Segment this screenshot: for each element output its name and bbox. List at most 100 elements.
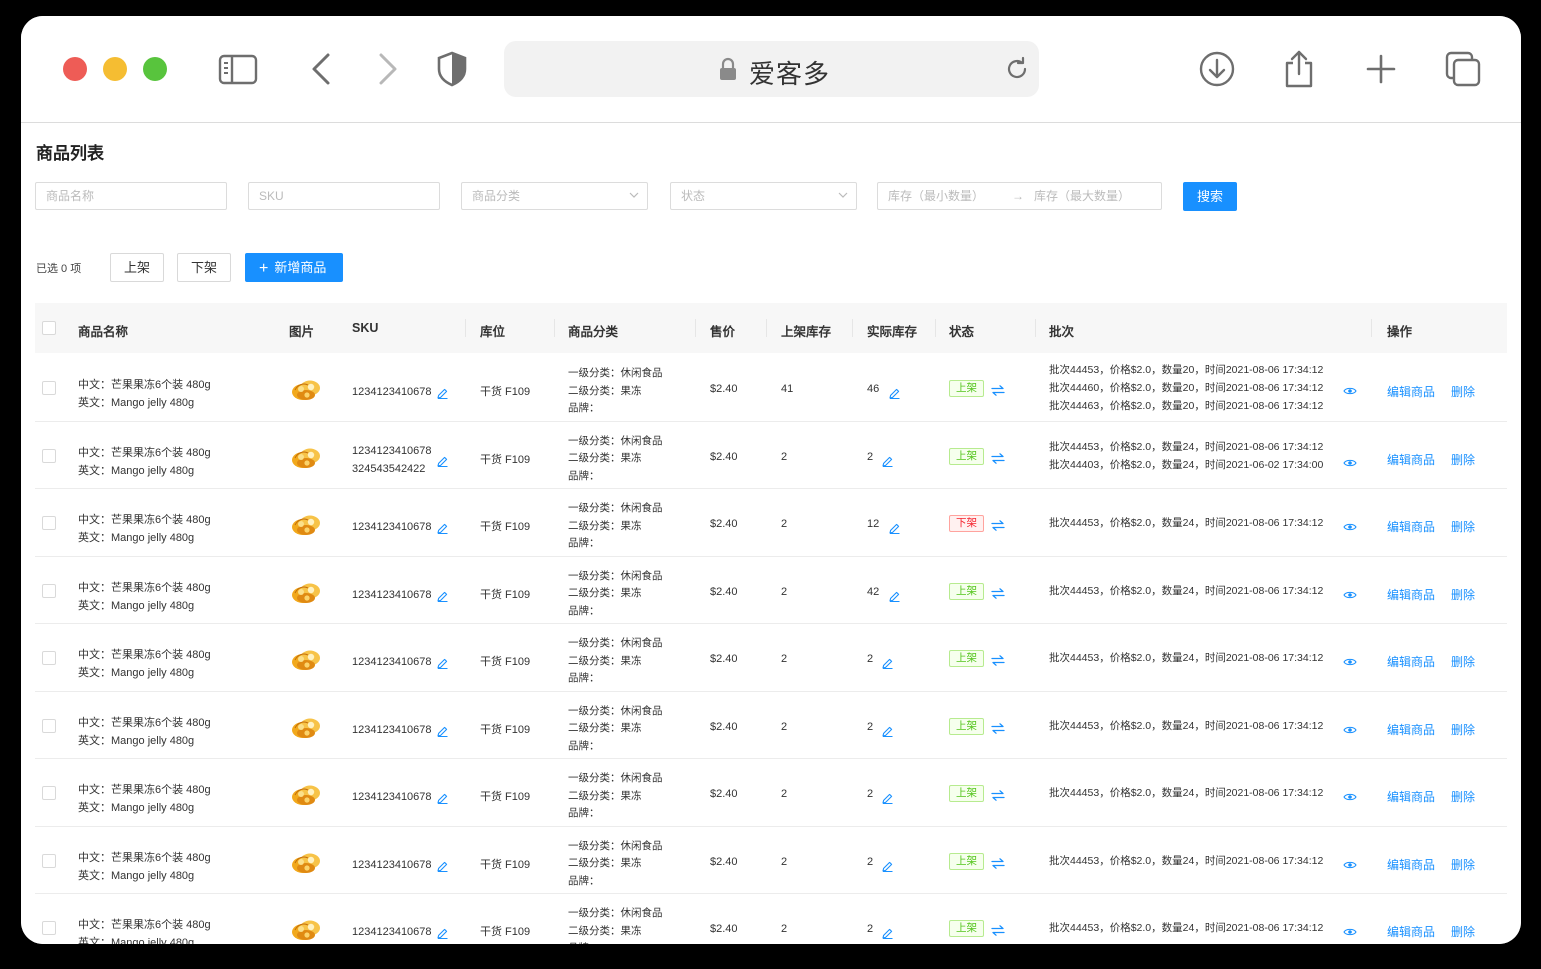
edit-stock-icon[interactable] xyxy=(882,656,893,669)
edit-stock-icon[interactable] xyxy=(882,454,893,467)
delete-product-link[interactable]: 删除 xyxy=(1451,451,1475,468)
product-thumbnail[interactable] xyxy=(290,581,322,605)
minimize-window-button[interactable] xyxy=(103,57,127,81)
shield-icon[interactable] xyxy=(432,49,472,89)
product-thumbnail[interactable] xyxy=(290,648,322,672)
edit-stock-icon[interactable] xyxy=(882,724,893,737)
edit-sku-icon[interactable] xyxy=(437,454,448,467)
toggle-status-icon[interactable] xyxy=(991,856,1005,869)
delete-product-link[interactable]: 删除 xyxy=(1451,586,1475,603)
product-thumbnail[interactable] xyxy=(290,513,322,537)
stock-range-input[interactable]: 库存（最小数量） → 库存（最大数量） xyxy=(877,182,1162,210)
edit-sku-icon[interactable] xyxy=(437,386,448,399)
delete-product-link[interactable]: 删除 xyxy=(1451,721,1475,738)
column-header[interactable]: 商品名称 xyxy=(78,321,128,340)
product-thumbnail[interactable] xyxy=(290,716,322,740)
row-checkbox[interactable] xyxy=(42,651,56,665)
edit-product-link[interactable]: 编辑商品 xyxy=(1387,856,1435,873)
edit-sku-icon[interactable] xyxy=(437,791,448,804)
product-thumbnail[interactable] xyxy=(290,851,322,875)
product-name-input[interactable]: 商品名称 xyxy=(35,182,227,210)
status-select[interactable]: 状态 xyxy=(670,182,857,210)
zoom-window-button[interactable] xyxy=(143,57,167,81)
product-thumbnail[interactable] xyxy=(290,918,322,942)
edit-stock-icon[interactable] xyxy=(882,926,893,939)
row-checkbox[interactable] xyxy=(42,583,56,598)
view-batch-icon[interactable] xyxy=(1343,722,1357,733)
edit-product-link[interactable]: 编辑商品 xyxy=(1387,586,1435,603)
product-thumbnail[interactable] xyxy=(290,446,322,470)
edit-product-link[interactable]: 编辑商品 xyxy=(1387,518,1435,535)
delete-product-link[interactable]: 删除 xyxy=(1451,788,1475,805)
column-header[interactable]: 售价 xyxy=(710,321,735,340)
edit-sku-icon[interactable] xyxy=(437,859,448,872)
row-checkbox[interactable] xyxy=(42,718,56,733)
column-header[interactable]: 上架库存 xyxy=(781,321,831,340)
edit-stock-icon[interactable] xyxy=(882,791,893,804)
column-header[interactable]: 实际库存 xyxy=(867,321,917,340)
delete-product-link[interactable]: 删除 xyxy=(1451,518,1475,535)
product-thumbnail[interactable] xyxy=(290,783,322,807)
category-select[interactable]: 商品分类 xyxy=(461,182,648,210)
edit-product-link[interactable]: 编辑商品 xyxy=(1387,451,1435,468)
address-bar[interactable]: 爱客多 xyxy=(504,41,1039,97)
edit-stock-icon[interactable] xyxy=(889,386,900,399)
toggle-status-icon[interactable] xyxy=(991,923,1005,936)
view-batch-icon[interactable] xyxy=(1343,519,1357,531)
row-checkbox[interactable] xyxy=(42,921,56,935)
edit-product-link[interactable]: 编辑商品 xyxy=(1387,721,1435,738)
column-header[interactable]: 库位 xyxy=(480,321,505,340)
view-batch-icon[interactable] xyxy=(1343,455,1357,466)
toggle-status-icon[interactable] xyxy=(991,788,1005,801)
delete-product-link[interactable]: 删除 xyxy=(1451,923,1475,940)
edit-stock-icon[interactable] xyxy=(889,589,900,602)
add-product-button[interactable]: + 新增商品 xyxy=(245,253,343,282)
edit-sku-icon[interactable] xyxy=(437,521,448,534)
search-button[interactable]: 搜索 xyxy=(1183,182,1237,211)
edit-sku-icon[interactable] xyxy=(437,724,448,737)
toggle-status-icon[interactable] xyxy=(991,586,1005,599)
edit-sku-icon[interactable] xyxy=(437,926,448,939)
edit-product-link[interactable]: 编辑商品 xyxy=(1387,788,1435,805)
off-shelf-button[interactable]: 下架 xyxy=(177,253,231,282)
edit-stock-icon[interactable] xyxy=(882,859,893,872)
column-header[interactable]: 操作 xyxy=(1387,321,1412,340)
row-checkbox[interactable] xyxy=(42,786,56,800)
edit-stock-icon[interactable] xyxy=(889,521,900,534)
edit-product-link[interactable]: 编辑商品 xyxy=(1387,923,1435,940)
view-batch-icon[interactable] xyxy=(1343,789,1357,801)
column-header[interactable]: 商品分类 xyxy=(568,321,618,340)
on-shelf-button[interactable]: 上架 xyxy=(110,253,164,282)
column-header[interactable]: SKU xyxy=(352,321,378,335)
share-icon[interactable] xyxy=(1279,49,1319,89)
row-checkbox[interactable] xyxy=(42,853,56,868)
toggle-status-icon[interactable] xyxy=(991,451,1005,464)
column-header[interactable]: 图片 xyxy=(289,321,314,340)
view-batch-icon[interactable] xyxy=(1343,924,1357,936)
toggle-status-icon[interactable] xyxy=(991,383,1005,396)
delete-product-link[interactable]: 删除 xyxy=(1451,383,1475,400)
select-all-checkbox[interactable] xyxy=(42,321,56,335)
delete-product-link[interactable]: 删除 xyxy=(1451,856,1475,873)
row-checkbox[interactable] xyxy=(42,381,56,395)
edit-product-link[interactable]: 编辑商品 xyxy=(1387,653,1435,670)
column-header[interactable]: 状态 xyxy=(949,321,974,340)
toggle-status-icon[interactable] xyxy=(991,653,1005,666)
back-icon[interactable] xyxy=(302,49,342,89)
download-icon[interactable] xyxy=(1197,49,1237,89)
row-checkbox[interactable] xyxy=(42,516,56,530)
toggle-status-icon[interactable] xyxy=(991,721,1005,734)
reload-icon[interactable] xyxy=(1003,55,1031,83)
view-batch-icon[interactable] xyxy=(1343,383,1357,395)
toggle-status-icon[interactable] xyxy=(991,518,1005,531)
sku-input[interactable]: SKU xyxy=(248,182,440,210)
edit-sku-icon[interactable] xyxy=(437,589,448,602)
view-batch-icon[interactable] xyxy=(1343,587,1357,598)
edit-sku-icon[interactable] xyxy=(437,656,448,669)
sidebar-icon[interactable] xyxy=(218,49,258,89)
product-thumbnail[interactable] xyxy=(290,378,322,402)
new-tab-icon[interactable] xyxy=(1361,49,1401,89)
view-batch-icon[interactable] xyxy=(1343,654,1357,666)
delete-product-link[interactable]: 删除 xyxy=(1451,653,1475,670)
close-window-button[interactable] xyxy=(63,57,87,81)
